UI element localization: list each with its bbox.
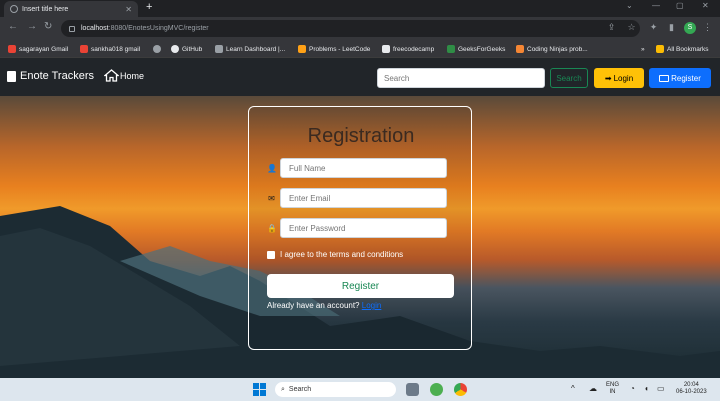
- gmail-icon: [80, 45, 88, 53]
- book-icon: [7, 70, 16, 82]
- lock-icon: 🔒: [267, 223, 277, 233]
- password-input[interactable]: [280, 218, 447, 238]
- taskbar-search-label: Search: [288, 386, 312, 393]
- menu-icon[interactable]: ⋮: [702, 22, 713, 33]
- id-card-icon: [659, 74, 670, 82]
- info-icon[interactable]: [69, 25, 75, 32]
- login-label: Login: [613, 73, 634, 83]
- bookmark-item[interactable]: [153, 43, 164, 55]
- bookmark-item[interactable]: Problems - LeetCode: [298, 43, 370, 55]
- brand-label: Enote Trackers: [20, 70, 94, 82]
- email-input[interactable]: [279, 188, 447, 208]
- form-title: Registration: [307, 125, 415, 147]
- gmail-icon: [8, 45, 16, 53]
- fullname-row: 👤: [267, 158, 447, 178]
- terms-checkbox-row: I agree to the terms and conditions: [267, 250, 403, 259]
- dashboard-icon: [215, 45, 223, 53]
- brand[interactable]: Enote Trackers: [7, 70, 94, 82]
- folder-icon: [656, 45, 664, 53]
- url-host: localhost: [81, 25, 109, 32]
- register-label: Register: [671, 73, 701, 83]
- bookmark-item[interactable]: GeeksForGeeks: [447, 43, 505, 55]
- battery-icon[interactable]: ▭: [657, 385, 665, 393]
- home-icon: [104, 69, 119, 82]
- forward-icon[interactable]: →: [27, 21, 37, 32]
- search-icon: ⌕: [281, 385, 285, 393]
- windows-start-icon[interactable]: [253, 383, 266, 396]
- close-window-icon[interactable]: ✕: [702, 1, 709, 10]
- search-input[interactable]: [377, 68, 545, 88]
- user-icon: 👤: [267, 163, 277, 173]
- bookmark-item[interactable]: freecodecamp: [382, 43, 434, 55]
- share-icon[interactable]: ⇪: [606, 22, 617, 33]
- new-tab-button[interactable]: +: [146, 1, 152, 13]
- leetcode-icon: [298, 45, 306, 53]
- back-icon[interactable]: ←: [8, 21, 18, 32]
- globe-icon: [10, 5, 18, 13]
- web-page: Enote Trackers Home Search ➡ Login Regis…: [0, 58, 720, 378]
- app-icon[interactable]: [430, 383, 443, 396]
- chevron-down-icon[interactable]: ⌄: [626, 1, 633, 10]
- bookmark-star-icon[interactable]: ☆: [626, 22, 637, 33]
- chrome-icon[interactable]: [454, 383, 467, 396]
- taskbar: ⌕ Search ^ ☁ ENG IN ◔ ◖ ▭ 20:04 06-10-2023: [0, 378, 720, 401]
- chevron-up-icon[interactable]: ^: [571, 385, 575, 393]
- home-link[interactable]: Home: [104, 69, 144, 82]
- login-prompt-text: Already have an account?: [267, 301, 360, 310]
- reload-icon[interactable]: ↻: [44, 21, 52, 32]
- geeksforgeeks-icon: [447, 45, 455, 53]
- bookmark-item[interactable]: Learn Dashboard |...: [215, 43, 285, 55]
- clock[interactable]: 20:04 06-10-2023: [676, 382, 707, 396]
- minimize-icon[interactable]: —: [652, 1, 660, 10]
- email-row: ✉: [267, 188, 447, 208]
- codingninjas-icon: [516, 45, 524, 53]
- profile-avatar[interactable]: S: [684, 22, 696, 34]
- search-button[interactable]: Search: [550, 68, 588, 88]
- cloud-icon[interactable]: ☁: [589, 385, 597, 393]
- terms-checkbox[interactable]: [267, 250, 275, 259]
- password-row: 🔒: [267, 218, 447, 238]
- login-prompt: Already have an account? Login: [267, 301, 381, 310]
- fullname-input[interactable]: [280, 158, 447, 178]
- bookmark-item[interactable]: GitHub: [171, 43, 202, 55]
- browser-toolbar: ← → ↻ localhost :8080/EnotesUsingMVC/reg…: [0, 17, 720, 40]
- volume-icon[interactable]: ◖: [644, 385, 649, 393]
- url-path: :8080/EnotesUsingMVC/register: [108, 25, 209, 32]
- register-nav-button[interactable]: Register: [649, 68, 711, 88]
- more-bookmarks-icon[interactable]: »: [641, 43, 645, 55]
- side-panel-icon[interactable]: ▮: [666, 22, 677, 33]
- all-bookmarks[interactable]: All Bookmarks: [656, 43, 709, 55]
- github-icon: [171, 45, 179, 53]
- login-link[interactable]: Login: [362, 301, 382, 310]
- browser-tab-strip: Insert title here ✕ + ⌄ — ▢ ✕: [0, 0, 720, 17]
- navbar: Enote Trackers Home Search ➡ Login Regis…: [0, 58, 720, 96]
- bookmark-item[interactable]: sagarayan Gmail: [8, 43, 68, 55]
- home-label: Home: [120, 70, 145, 81]
- terms-label: I agree to the terms and conditions: [280, 250, 404, 259]
- file-explorer-icon[interactable]: [406, 383, 419, 396]
- login-button[interactable]: ➡ Login: [594, 68, 644, 88]
- maximize-icon[interactable]: ▢: [676, 1, 684, 10]
- tab-title: Insert title here: [22, 5, 69, 13]
- browser-tab[interactable]: Insert title here ✕: [4, 1, 138, 17]
- sign-in-icon: ➡: [604, 73, 612, 83]
- freecodecamp-icon: [382, 45, 390, 53]
- bookmark-item[interactable]: sankha018 gmail: [80, 43, 140, 55]
- extensions-icon[interactable]: ✦: [648, 22, 659, 33]
- bookmark-item[interactable]: Coding Ninjas prob...: [516, 43, 588, 55]
- bookmarks-bar: sagarayan Gmail sankha018 gmail GitHub L…: [0, 40, 720, 58]
- language-indicator[interactable]: ENG IN: [606, 382, 619, 396]
- envelope-icon: ✉: [268, 193, 275, 203]
- globe-icon: [153, 45, 161, 53]
- register-submit-button[interactable]: Register: [267, 274, 454, 298]
- taskbar-search[interactable]: ⌕ Search: [275, 382, 396, 397]
- wifi-icon[interactable]: ◔: [630, 385, 635, 393]
- close-tab-icon[interactable]: ✕: [125, 5, 132, 14]
- address-bar[interactable]: localhost :8080/EnotesUsingMVC/register: [61, 20, 640, 37]
- registration-card: Registration 👤 ✉ 🔒 I agree to the terms …: [248, 106, 472, 350]
